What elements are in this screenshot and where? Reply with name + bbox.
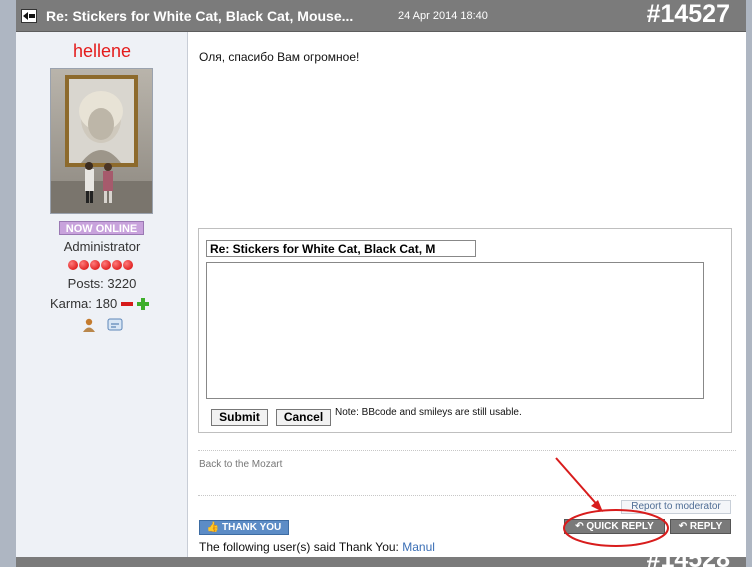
karma-minus-icon[interactable] bbox=[121, 301, 134, 306]
karma-plus-icon[interactable] bbox=[137, 297, 150, 310]
post-title[interactable]: Re: Stickers for White Cat, Black Cat, M… bbox=[46, 8, 353, 24]
post-date: 24 Apr 2014 18:40 bbox=[398, 10, 488, 22]
karma-value: Karma: 180 bbox=[50, 296, 118, 311]
rank-dot bbox=[79, 260, 89, 270]
quick-reply-subject-input[interactable]: Re: Stickers for White Cat, Black Cat, M bbox=[206, 240, 476, 257]
chat-bubble-icon[interactable] bbox=[107, 317, 123, 333]
quick-reply-message-textarea[interactable] bbox=[206, 262, 704, 399]
reply-arrow-icon: ↶ bbox=[575, 521, 584, 532]
post-content: Оля, спасибо Вам огромное! Re: Stickers … bbox=[188, 32, 746, 557]
quick-reply-button[interactable]: ↶ QUICK REPLY bbox=[564, 519, 665, 534]
person-icon[interactable] bbox=[81, 317, 97, 333]
submit-button[interactable]: Submit bbox=[211, 409, 268, 426]
reply-arrow-icon: ↶ bbox=[678, 521, 688, 532]
quick-reply-form: Re: Stickers for White Cat, Black Cat, M… bbox=[198, 228, 732, 433]
post-icon bbox=[21, 9, 37, 23]
thank-you-label: THANK YOU bbox=[221, 522, 282, 533]
author-profile: hellene NOW ONLINE Administrator Posts: … bbox=[16, 32, 188, 557]
profile-icons bbox=[81, 317, 123, 333]
post-body: hellene NOW ONLINE Administrator Posts: … bbox=[16, 32, 746, 557]
divider bbox=[198, 450, 736, 451]
next-post-header: #14528 bbox=[16, 557, 746, 567]
post-number-link[interactable]: #14527 bbox=[647, 0, 730, 29]
divider bbox=[198, 495, 736, 496]
thanks-row: The following user(s) said Thank You: Ma… bbox=[199, 540, 435, 554]
reply-button[interactable]: ↶ REPLY bbox=[670, 519, 731, 534]
quick-reply-note: Note: BBcode and smileys are still usabl… bbox=[335, 407, 522, 418]
thanks-user-link[interactable]: Manul bbox=[402, 540, 435, 554]
karma-row: Karma: 180 bbox=[50, 296, 150, 311]
status-badge: NOW ONLINE bbox=[59, 221, 144, 235]
back-link[interactable]: Back to the Mozart bbox=[199, 459, 282, 470]
right-margin-strip bbox=[746, 0, 752, 567]
thumbs-up-icon: 👍 bbox=[206, 522, 220, 533]
post-message: Оля, спасибо Вам огромное! bbox=[199, 50, 360, 64]
reply-label: REPLY bbox=[689, 521, 723, 532]
rank-dot bbox=[68, 260, 78, 270]
rank-dot bbox=[101, 260, 111, 270]
post-header: Re: Stickers for White Cat, Black Cat, M… bbox=[16, 0, 746, 32]
left-margin-strip bbox=[0, 0, 16, 567]
author-post-count: Posts: 3220 bbox=[67, 276, 137, 291]
avatar-image bbox=[51, 69, 152, 213]
author-role: Administrator bbox=[63, 239, 141, 254]
rank-dot bbox=[123, 260, 133, 270]
rank-dot bbox=[90, 260, 100, 270]
quick-reply-label: QUICK REPLY bbox=[586, 521, 654, 532]
thanks-prefix: The following user(s) said Thank You: bbox=[199, 540, 399, 554]
avatar[interactable] bbox=[50, 68, 153, 214]
rank-indicator bbox=[68, 260, 133, 270]
next-post-number: #14528 bbox=[647, 557, 730, 567]
report-to-moderator-button[interactable]: Report to moderator bbox=[621, 500, 731, 514]
rank-dot bbox=[112, 260, 122, 270]
author-username[interactable]: hellene bbox=[16, 41, 188, 62]
thank-you-button[interactable]: 👍 THANK YOU bbox=[199, 520, 289, 535]
cancel-button[interactable]: Cancel bbox=[276, 409, 331, 426]
